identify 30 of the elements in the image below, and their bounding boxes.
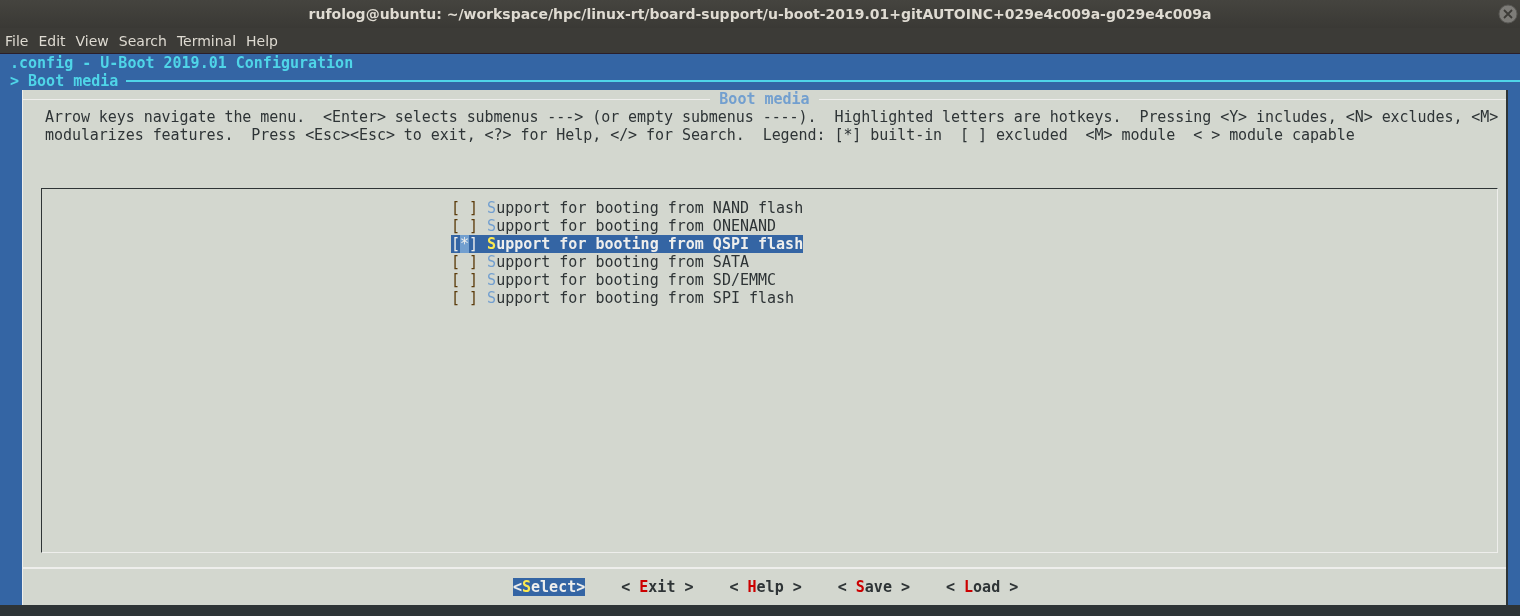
checkbox[interactable]: [ ] bbox=[451, 253, 488, 271]
menu-item[interactable]: Search bbox=[113, 32, 172, 49]
menu-item[interactable]: Terminal bbox=[171, 32, 242, 49]
config-header: .config - U-Boot 2019.01 Configuration bbox=[9, 54, 354, 72]
menu-option[interactable]: Support for booting from SD/EMMC bbox=[487, 271, 777, 289]
checkbox[interactable]: [ ] bbox=[451, 199, 488, 217]
menu-item[interactable]: Help bbox=[241, 32, 283, 49]
menu-option[interactable]: Support for booting from NAND flash bbox=[487, 199, 804, 217]
dialog-title: Boot media bbox=[718, 90, 811, 108]
dialog-button[interactable]: < Exit > bbox=[621, 578, 694, 596]
dialog-button[interactable]: < Help > bbox=[729, 578, 802, 596]
dialog-button[interactable]: < Load > bbox=[946, 578, 1019, 596]
checkbox[interactable]: [ ] bbox=[451, 217, 488, 235]
close-icon[interactable] bbox=[1498, 4, 1518, 24]
dialog-button[interactable]: < Save > bbox=[837, 578, 910, 596]
menu-option[interactable]: Support for booting from QSPI flash bbox=[487, 235, 804, 253]
menu-option[interactable]: Support for booting from SATA bbox=[487, 253, 749, 271]
dialog-button[interactable]: <Select> bbox=[513, 578, 586, 596]
menu-item[interactable]: Edit bbox=[33, 32, 71, 49]
breadcrumb: > Boot media bbox=[10, 72, 119, 90]
menu-item[interactable]: View bbox=[70, 32, 114, 49]
menu-item[interactable]: File bbox=[0, 32, 34, 49]
help-text: Arrow keys navigate the menu. <Enter> selects submenus ---> (or empty submenus ----). Highlighted letters are hotkeys. Pressing <Y> includes, <N> excludes, <M> bbox=[45, 108, 1499, 126]
menu-option[interactable]: Support for booting from ONENAND bbox=[487, 217, 777, 235]
menu-option[interactable]: Support for booting from SPI flash bbox=[487, 289, 795, 307]
checkbox[interactable]: [ ] bbox=[451, 271, 488, 289]
checkbox[interactable]: [*] bbox=[451, 235, 488, 253]
checkbox[interactable]: [ ] bbox=[451, 289, 488, 307]
window-title: rufolog@ubuntu: ~/workspace/hpc/linux-rt/board-support/u-boot-2019.01+gitAUTOINC+029e4c009a-g029e4c009a bbox=[308, 6, 1212, 22]
help-text: modularizes features. Press <Esc><Esc> to exit, <?> for Help, </> for Search. Legend: [*] built-in [ ] excluded <M> module < > module capable bbox=[45, 126, 1355, 144]
